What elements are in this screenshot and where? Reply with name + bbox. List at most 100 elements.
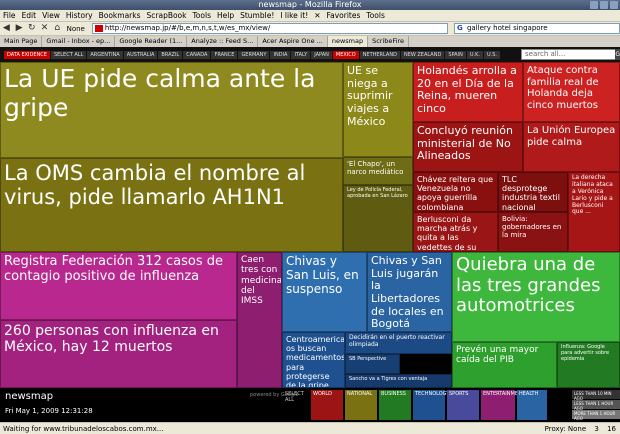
headline-tile[interactable]: 260 personas con influenza en México, ha… [0,320,237,388]
country-france[interactable]: FRANCE [211,50,238,59]
country-india[interactable]: INDIA [270,50,291,59]
country-netherland[interactable]: NETHERLAND [359,50,400,59]
headline-tile[interactable]: Quiebra una de las tres grandes automotr… [452,252,620,342]
home-icon[interactable]: ⌂ [52,23,63,34]
country-new-zealand[interactable]: NEW ZEALAND [400,50,445,59]
menu-edit[interactable]: Edit [19,10,40,22]
time-filter-older[interactable]: MORE THAN 1 HOUR AGO [572,410,620,421]
newsmap-topbar: DATA EXIDENCE SELECT ALL ARGENTINA AUSTR… [0,47,620,62]
country-germany[interactable]: GERMANY [238,50,270,59]
headline-tile[interactable]: SB Perspective [345,354,400,374]
category-business[interactable]: BUSINESS [379,390,411,420]
headline-tile[interactable]: Influenza: Google para advertir sobre ep… [557,342,620,388]
tab-scribefire[interactable]: ScribeFire [368,36,410,47]
time-filter-recent[interactable]: LESS THAN 10 MIN AGO [572,390,620,401]
browser-window: newsmap - Mozilla Firefox File Edit View… [0,0,620,434]
headline-tile[interactable]: UE se niega a suprimir viajes a México [343,62,413,157]
country-uk[interactable]: U.K. [466,50,483,59]
edition-button[interactable]: DATA EXIDENCE [4,50,50,59]
newsmap-search-placeholder: search all... [525,50,566,58]
browser-search-text: gallery hotel singapore [466,24,548,32]
stumble-tools-menu[interactable]: Tools [363,10,387,22]
tab-analyze-feed[interactable]: Analyze :: Feed S... [187,36,259,47]
url-text: http://newsmap.jp/#/b,e,m,n,s,t,w/es_mx/… [104,24,271,32]
favorites-button[interactable]: Favorites [324,10,364,22]
google-search-icon: G [456,24,463,32]
headline-tile[interactable]: Holandés arrolla a 20 en el Día de la Re… [413,62,523,122]
headline-tile[interactable]: Centroamerican os buscan medicamentos pa… [282,332,345,388]
headline-tile[interactable]: La OMS cambia el nombre al virus, pide l… [0,158,343,252]
tab-main-page[interactable]: Main Page [0,36,43,47]
menu-view[interactable]: View [39,10,63,22]
minimize-button[interactable] [590,1,598,9]
headline-tile[interactable]: Berlusconi da marcha atrás y quita a las… [413,212,498,252]
country-italy[interactable]: ITALY [291,50,311,59]
status-right: Proxy: None 3 16 [545,423,616,434]
i-like-it-button[interactable]: I like it! [277,10,311,22]
status-bar: Waiting for www.tribunadeloscabos.com.mx… [0,422,620,434]
headline-tile[interactable]: Chávez reitera que Venezuela no apoya gu… [413,172,498,212]
stumble-button[interactable]: Stumble! [237,10,277,22]
maximize-button[interactable] [600,1,608,9]
none-dropdown[interactable]: None [64,25,88,33]
category-technology[interactable]: TECHNOLOGY [413,390,449,420]
tab-google-reader[interactable]: Google Reader (1... [115,36,188,47]
headline-tile[interactable]: Ley de Policía Federal, aprobada en San … [343,185,413,252]
navigation-bar: ◀ ▶ ↻ ✕ ⌂ None http://newsmap.jp/#/b,e,m… [0,22,620,36]
time-filter-hour[interactable]: LESS THAN 1 HOUR AGO [572,400,620,411]
select-all-countries[interactable]: SELECT ALL [50,50,87,59]
menu-file[interactable]: File [0,10,19,22]
headline-tile[interactable]: Bolivia: gobernadores en la mira [498,212,568,252]
headline-tile[interactable]: Sancho va a Tigres con ventaja [345,374,452,388]
category-health[interactable]: HEALTH [517,390,547,420]
menu-help[interactable]: Help [214,10,237,22]
country-brazil[interactable]: BRAZIL [158,50,183,59]
headline-tile[interactable]: Registra Federación 312 casos de contagi… [0,252,237,320]
category-sports[interactable]: SPORTS [447,390,479,420]
browser-search-field[interactable]: G gallery hotel singapore [453,23,620,34]
menu-scrapbook[interactable]: ScrapBook [144,10,190,22]
headline-tile[interactable]: Concluyó reunión ministerial de No Aline… [413,122,523,172]
headline-tile[interactable]: Chivas y San Luis jugarán la Libertadore… [367,252,452,332]
country-spain[interactable]: SPAIN [445,50,466,59]
stop-icon[interactable]: ✕ [39,23,50,34]
country-canada[interactable]: CANADA [183,50,211,59]
headline-tile[interactable]: Caen tres con medicina del IMSS [237,252,282,388]
thumbs-down-icon[interactable]: ✕ [311,10,323,22]
menu-history[interactable]: History [63,10,96,22]
country-us[interactable]: U.S. [483,50,500,59]
status-count-2: 16 [607,425,616,433]
headline-tile[interactable]: TLC desprotege industria textil nacional [498,172,568,212]
headline-tile[interactable]: 'El Chapo', un narco mediático [343,157,413,185]
menu-bookmarks[interactable]: Bookmarks [96,10,144,22]
select-all-categories[interactable]: SELECT ALL [283,390,309,420]
category-entertainment[interactable]: ENTERTAINMENT [481,390,525,420]
country-argentina[interactable]: ARGENTINA [87,50,123,59]
close-button[interactable] [610,1,618,9]
status-count-1: 3 [594,425,599,433]
headline-tile[interactable]: Decidirán en el puerto reactivar olimpia… [345,332,452,354]
headline-tile[interactable]: La derecha italiana ataca a Verónica Lar… [568,172,620,252]
url-field[interactable]: http://newsmap.jp/#/b,e,m,n,s,t,w/es_mx/… [91,23,448,34]
headline-tile[interactable]: Prevén una mayor caída del PIB [452,342,557,388]
proxy-status[interactable]: Proxy: None [545,425,587,433]
headline-tile[interactable]: Ataque contra familia real de Holanda de… [523,62,620,122]
tab-newsmap[interactable]: newsmap [327,36,369,47]
headline-tile[interactable]: Chivas y San Luis, en suspenso [282,252,367,332]
back-icon[interactable]: ◀ [1,23,12,34]
category-world[interactable]: WORLD [311,390,343,420]
newsmap-search-go-button[interactable]: Go [615,49,620,60]
country-australia[interactable]: AUSTRALIA [123,50,158,59]
category-national[interactable]: NATIONAL [345,390,377,420]
reload-icon[interactable]: ↻ [26,23,37,34]
newsmap-search-input[interactable]: search all... Go [521,49,620,60]
headline-tile[interactable]: La UE pide calma ante la gripe [0,62,343,158]
menu-tools[interactable]: Tools [190,10,214,22]
tab-gmail[interactable]: Gmail - Inbox - ep... [42,36,116,47]
country-mexico[interactable]: MEXICO [332,50,359,59]
tab-acer-aspire[interactable]: Acer Aspire One ... [258,36,328,47]
forward-icon[interactable]: ▶ [14,23,25,34]
country-japan[interactable]: JAPAN [311,50,332,59]
headline-tile[interactable]: La Unión Europea pide calma [523,122,620,172]
newsmap-logo: newsmap [5,391,54,402]
